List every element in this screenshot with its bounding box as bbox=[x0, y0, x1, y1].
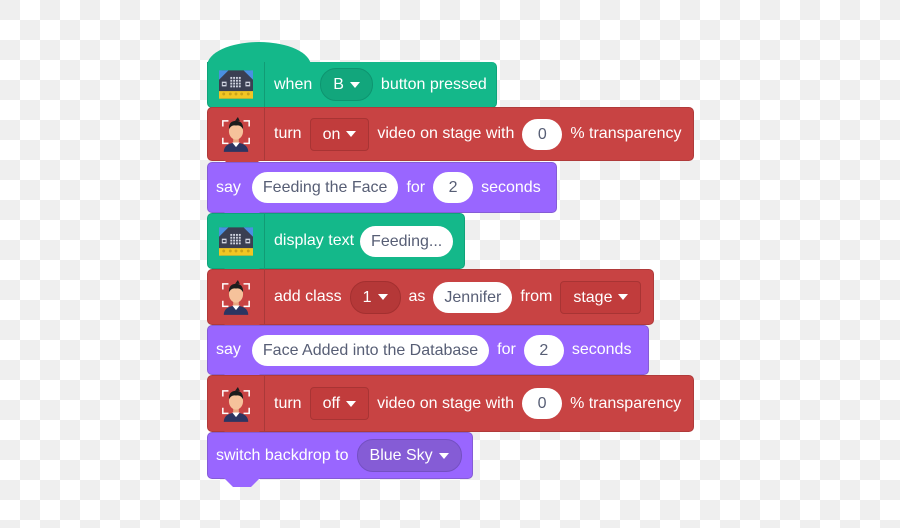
block-text: turn bbox=[274, 125, 302, 142]
block-text: video on stage with bbox=[377, 394, 515, 412]
say-for-seconds-block[interactable]: say Feeding the Face for 2 seconds bbox=[207, 162, 557, 221]
caret-down-icon bbox=[346, 400, 357, 407]
block-text: as bbox=[408, 288, 426, 305]
source-dropdown[interactable]: stage bbox=[560, 280, 642, 314]
seconds-input[interactable]: 2 bbox=[433, 172, 474, 203]
block-text: button pressed bbox=[380, 75, 487, 93]
dropdown-value: 1 bbox=[362, 288, 372, 306]
dropdown-value: off bbox=[322, 395, 341, 412]
block-text: % transparency bbox=[570, 394, 682, 412]
dropdown-value: stage bbox=[573, 288, 613, 306]
seconds-input[interactable]: 2 bbox=[523, 334, 564, 366]
face-person-icon bbox=[208, 270, 265, 324]
backdrop-dropdown[interactable]: Blue Sky bbox=[356, 439, 462, 472]
add-class-block[interactable]: add class 1 as Jennifer from stage bbox=[207, 269, 654, 333]
button-dropdown[interactable]: B bbox=[320, 68, 373, 101]
caret-down-icon bbox=[346, 131, 357, 137]
block-text: seconds bbox=[481, 178, 541, 196]
block-text: turn bbox=[274, 394, 302, 412]
block-text: seconds bbox=[571, 341, 632, 358]
block-text: for bbox=[406, 178, 426, 196]
block-text: say bbox=[216, 178, 241, 196]
class-name-input[interactable]: Jennifer bbox=[433, 281, 513, 313]
message-input[interactable]: Face Added into the Database bbox=[251, 334, 490, 366]
block-text: from bbox=[520, 288, 553, 305]
when-button-pressed-block[interactable]: when B button pressed bbox=[207, 62, 497, 116]
caret-down-icon bbox=[377, 294, 388, 300]
video-state-dropdown[interactable]: on bbox=[309, 117, 370, 151]
face-person-icon bbox=[208, 108, 265, 160]
switch-backdrop-block[interactable]: switch backdrop to Blue Sky bbox=[207, 432, 473, 487]
display-text-input[interactable]: Feeding... bbox=[360, 225, 454, 257]
transparency-input[interactable]: 0 bbox=[522, 388, 563, 419]
turn-video-block[interactable]: turn off video on stage with 0 % transpa… bbox=[207, 375, 694, 440]
class-dropdown[interactable]: 1 bbox=[349, 280, 401, 314]
turn-video-block[interactable]: turn on video on stage with 0 % transpar… bbox=[207, 107, 694, 169]
dropdown-value: on bbox=[322, 125, 341, 143]
caret-down-icon bbox=[618, 294, 629, 300]
caret-down-icon bbox=[438, 452, 449, 459]
block-notch bbox=[224, 478, 260, 487]
display-text-block[interactable]: display text Feeding... bbox=[207, 213, 465, 277]
message-input[interactable]: Feeding the Face bbox=[251, 172, 399, 203]
microbit-board-icon bbox=[208, 214, 265, 268]
block-text: say bbox=[216, 341, 241, 358]
block-text: display text bbox=[274, 232, 355, 249]
dropdown-value: Blue Sky bbox=[369, 447, 433, 464]
block-text: for bbox=[497, 341, 516, 358]
block-text: % transparency bbox=[570, 125, 682, 142]
face-person-icon bbox=[208, 376, 265, 431]
block-text: switch backdrop to bbox=[216, 446, 349, 464]
microbit-board-icon bbox=[208, 62, 265, 107]
block-text: video on stage with bbox=[377, 125, 515, 142]
transparency-input[interactable]: 0 bbox=[522, 118, 563, 150]
video-state-dropdown[interactable]: off bbox=[309, 387, 370, 420]
block-text: when bbox=[274, 75, 313, 93]
caret-down-icon bbox=[349, 81, 360, 88]
block-text: add class bbox=[274, 288, 342, 305]
dropdown-value: B bbox=[333, 76, 344, 93]
say-for-seconds-block[interactable]: say Face Added into the Database for 2 s… bbox=[207, 325, 649, 383]
